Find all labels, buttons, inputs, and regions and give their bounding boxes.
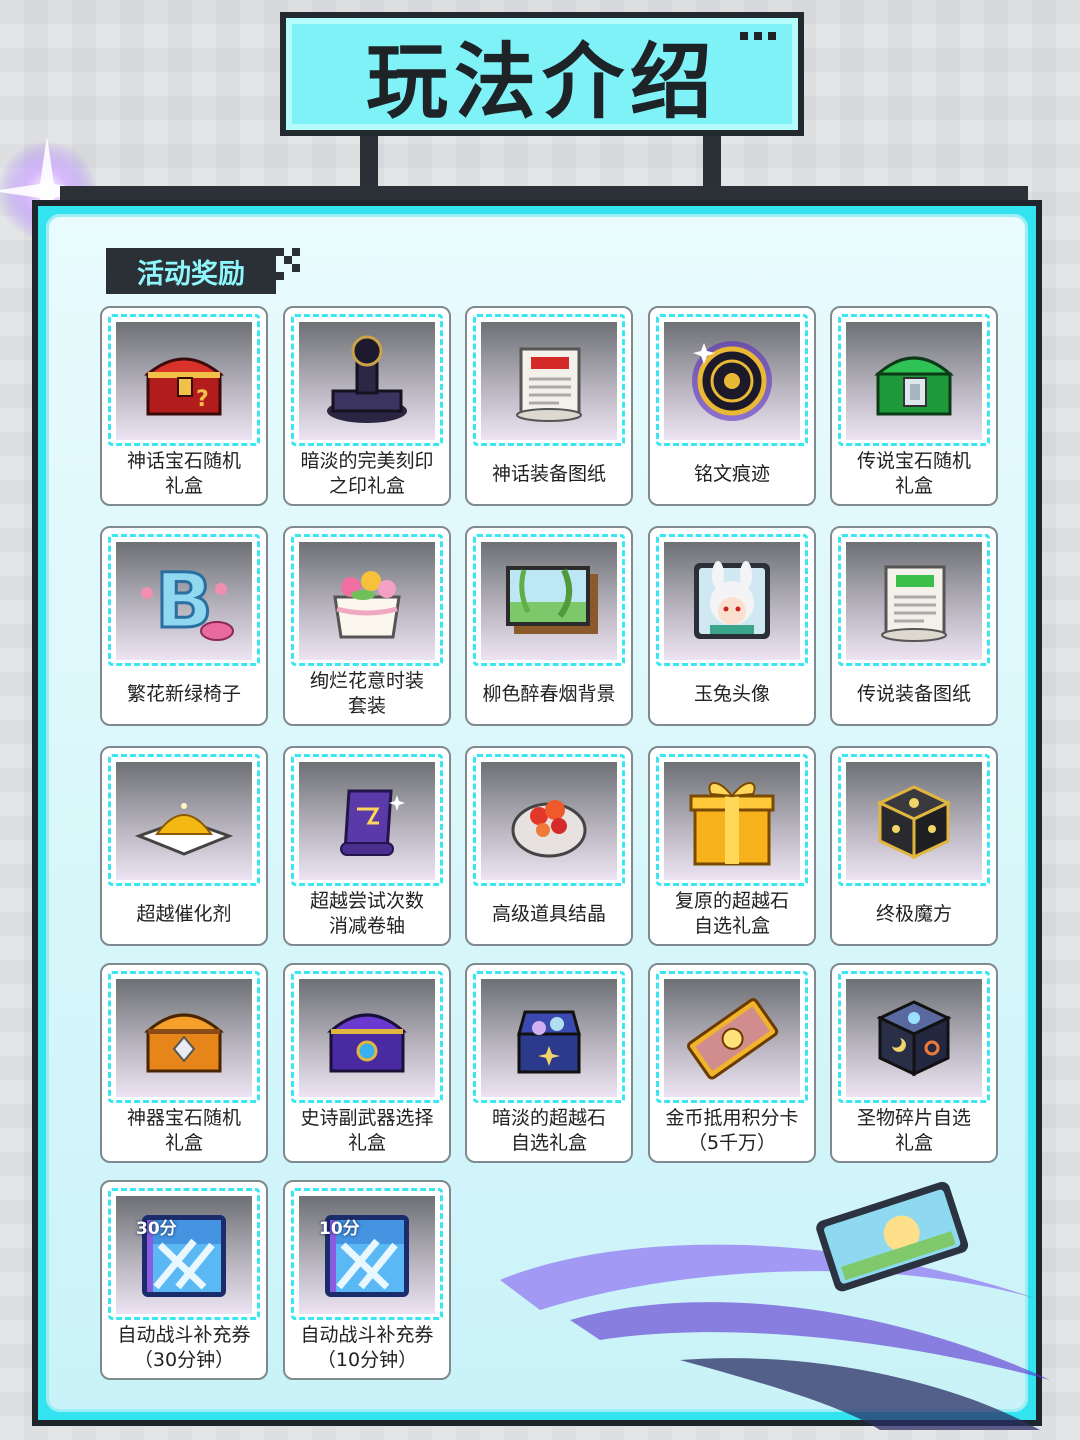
reward-name: 神器宝石随机 礼盒 — [126, 1107, 241, 1154]
item-crystal-icon — [481, 762, 617, 880]
red-blueprint-scroll-icon — [481, 322, 617, 440]
purple-weapon-chest-icon — [299, 979, 435, 1097]
reward-card[interactable]: 神器宝石随机 礼盒 — [100, 963, 268, 1163]
reward-name: 繁花新绿椅子 — [126, 682, 241, 705]
reward-card[interactable]: 玉兔头像 — [648, 526, 816, 726]
dark-seal-stamp-icon — [299, 322, 435, 440]
reward-card[interactable]: ? 神话宝石随机 礼盒 — [100, 306, 268, 506]
reward-card[interactable]: 10分自动战斗补充券 （10分钟） — [283, 1180, 451, 1380]
reward-name: 传说宝石随机 礼盒 — [856, 450, 971, 497]
reward-name: 铭文痕迹 — [693, 462, 770, 485]
willow-landscape-background-icon — [481, 542, 617, 660]
reward-card[interactable]: 史诗副武器选择 礼盒 — [283, 963, 451, 1163]
reward-name: 自动战斗补充券 （30分钟） — [117, 1324, 251, 1371]
auto-battle-ticket-30-icon: 30分 — [116, 1196, 252, 1314]
relic-fragment-box-icon — [846, 979, 982, 1097]
reward-card[interactable]: 超越催化剂 — [100, 746, 268, 946]
gold-coupon-card-icon — [664, 979, 800, 1097]
reward-card[interactable]: 传说宝石随机 礼盒 — [830, 306, 998, 506]
green-blueprint-scroll-icon — [846, 542, 982, 660]
jade-rabbit-avatar-icon — [664, 542, 800, 660]
reward-name: 复原的超越石 自选礼盒 — [674, 890, 789, 937]
dark-stone-box-icon — [481, 979, 617, 1097]
reward-card[interactable]: 铭文痕迹 — [648, 306, 816, 506]
sign-post-left — [360, 136, 378, 188]
flower-letter-chair-icon: B — [116, 542, 252, 660]
reward-name: 终极魔方 — [875, 902, 952, 925]
red-gem-chest-icon: ? — [116, 322, 252, 440]
reward-card[interactable]: 柳色醉春烟背景 — [465, 526, 633, 726]
sign-dots-decoration — [740, 32, 776, 40]
golden-inscription-orb-icon — [664, 322, 800, 440]
reward-card[interactable]: 30分自动战斗补充券 （30分钟） — [100, 1180, 268, 1380]
purple-swirl-phone-decoration-icon — [500, 1181, 1050, 1430]
ticket-duration-badge: 10分 — [319, 1219, 360, 1239]
golden-catalyst-powder-icon — [116, 762, 252, 880]
reward-name: 自动战斗补充券 （10分钟） — [300, 1324, 434, 1371]
section-title: 活动奖励 — [106, 248, 276, 294]
reward-name: 金币抵用积分卡 （5千万） — [665, 1107, 799, 1154]
flower-cake-outfit-icon — [299, 542, 435, 660]
ultimate-cube-icon — [846, 762, 982, 880]
reward-name: 暗淡的完美刻印 之印礼盒 — [300, 450, 434, 497]
reward-card[interactable]: 终极魔方 — [830, 746, 998, 946]
ticket-duration-badge: 30分 — [136, 1219, 177, 1239]
reward-name: 绚烂花意时装 套装 — [309, 670, 424, 717]
reward-card[interactable]: 暗淡的超越石 自选礼盒 — [465, 963, 633, 1163]
reward-card[interactable]: 神话装备图纸 — [465, 306, 633, 506]
reward-name: 传说装备图纸 — [856, 682, 971, 705]
svg-text:?: ? — [196, 387, 209, 412]
page-title: 玩法介绍 — [365, 34, 718, 130]
orange-gem-chest-icon — [116, 979, 252, 1097]
reward-name: 史诗副武器选择 礼盒 — [300, 1107, 434, 1154]
reward-name: 神话装备图纸 — [491, 462, 606, 485]
reward-card[interactable]: 暗淡的完美刻印 之印礼盒 — [283, 306, 451, 506]
reward-card[interactable]: 圣物碎片自选 礼盒 — [830, 963, 998, 1163]
reward-card[interactable]: 传说装备图纸 — [830, 526, 998, 726]
reward-name: 高级道具结晶 — [491, 902, 606, 925]
green-gem-chest-icon — [846, 322, 982, 440]
reward-name: 神话宝石随机 礼盒 — [126, 450, 241, 497]
reward-card[interactable]: 金币抵用积分卡 （5千万） — [648, 963, 816, 1163]
purple-scroll-icon — [299, 762, 435, 880]
reward-name: 暗淡的超越石 自选礼盒 — [491, 1107, 606, 1154]
reward-card[interactable]: 复原的超越石 自选礼盒 — [648, 746, 816, 946]
reward-name: 玉兔头像 — [693, 682, 770, 705]
reward-card[interactable]: 绚烂花意时装 套装 — [283, 526, 451, 726]
sign-post-right — [703, 136, 721, 188]
reward-name: 超越尝试次数 消减卷轴 — [309, 890, 424, 937]
reward-card[interactable]: 高级道具结晶 — [465, 746, 633, 946]
golden-gift-box-icon — [664, 762, 800, 880]
reward-name: 超越催化剂 — [136, 902, 232, 925]
title-sign: 玩法介绍 — [280, 12, 804, 136]
auto-battle-ticket-10-icon: 10分 — [299, 1196, 435, 1314]
reward-card[interactable]: 超越尝试次数 消减卷轴 — [283, 746, 451, 946]
reward-name: 柳色醉春烟背景 — [482, 682, 616, 705]
reward-card[interactable]: B 繁花新绿椅子 — [100, 526, 268, 726]
reward-name: 圣物碎片自选 礼盒 — [856, 1107, 971, 1154]
